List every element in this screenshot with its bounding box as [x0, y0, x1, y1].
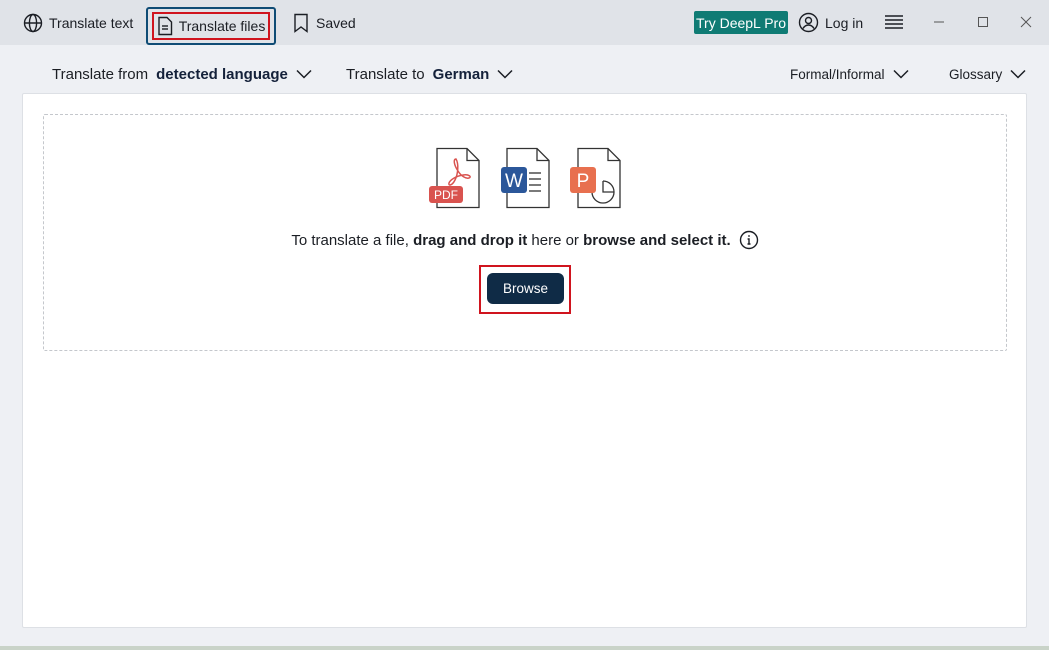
tab-translate-files[interactable]: Translate files — [146, 7, 276, 45]
chevron-down-icon — [497, 69, 513, 79]
formality-label: Formal/Informal — [790, 66, 885, 82]
hamburger-menu-icon[interactable] — [884, 14, 904, 30]
user-circle-icon — [798, 12, 819, 33]
chevron-down-icon — [1010, 69, 1026, 79]
source-language-prefix: Translate from — [52, 65, 149, 83]
highlight-box: Browse — [479, 265, 571, 314]
source-language-value: detected language — [156, 65, 288, 83]
document-icon — [157, 16, 172, 36]
word-file-icon: W — [501, 147, 550, 209]
minimize-icon — [934, 21, 944, 23]
tab-translate-text-label: Translate text — [49, 14, 134, 31]
title-bar: Translate text Translate files Saved Try… — [0, 0, 1049, 45]
hint-bold-1: drag and drop it — [413, 231, 528, 249]
close-icon — [1020, 16, 1032, 28]
glossary-dropdown[interactable]: Glossary — [949, 63, 1026, 85]
info-icon[interactable] — [739, 230, 759, 250]
tab-saved-label: Saved — [316, 14, 356, 31]
target-language-value: German — [432, 65, 490, 83]
pdf-file-icon: PDF — [429, 147, 480, 209]
hint-bold-2: browse and select it. — [583, 231, 731, 249]
window-bottom-edge — [0, 646, 1049, 650]
globe-icon — [23, 13, 43, 32]
hint-text-1: To translate a file, — [291, 231, 414, 249]
source-language-dropdown[interactable]: Translate from detected language — [52, 63, 312, 85]
close-button[interactable] — [1016, 12, 1036, 32]
login-button[interactable]: Log in — [792, 6, 869, 39]
target-language-prefix: Translate to — [346, 65, 425, 83]
maximize-icon — [978, 17, 988, 27]
supported-file-types: PDF W P — [429, 147, 629, 211]
tab-saved[interactable]: Saved — [286, 6, 362, 39]
powerpoint-file-icon: P — [570, 147, 621, 209]
word-label: W — [505, 171, 523, 192]
tab-translate-text[interactable]: Translate text — [17, 6, 139, 39]
file-translation-panel: PDF W P To translate a file, drag and dr… — [22, 93, 1027, 628]
formality-dropdown[interactable]: Formal/Informal — [790, 63, 909, 85]
ppt-label: P — [577, 171, 590, 192]
minimize-button[interactable] — [929, 12, 949, 32]
browse-button[interactable]: Browse — [487, 273, 564, 304]
try-pro-button[interactable]: Try DeepL Pro — [694, 11, 788, 34]
pdf-label: PDF — [434, 188, 458, 202]
chevron-down-icon — [296, 69, 312, 79]
login-label: Log in — [825, 14, 864, 31]
maximize-button[interactable] — [973, 12, 993, 32]
tab-translate-files-label: Translate files — [178, 18, 266, 34]
target-language-dropdown[interactable]: Translate to German — [346, 63, 513, 85]
file-drop-zone[interactable]: PDF W P To translate a file, drag and dr… — [43, 114, 1007, 351]
hint-text-2: here or — [527, 231, 584, 249]
glossary-label: Glossary — [949, 66, 1003, 82]
chevron-down-icon — [893, 69, 909, 79]
drop-instructions: To translate a file, drag and drop it he… — [44, 228, 1006, 252]
bookmark-icon — [294, 13, 308, 33]
